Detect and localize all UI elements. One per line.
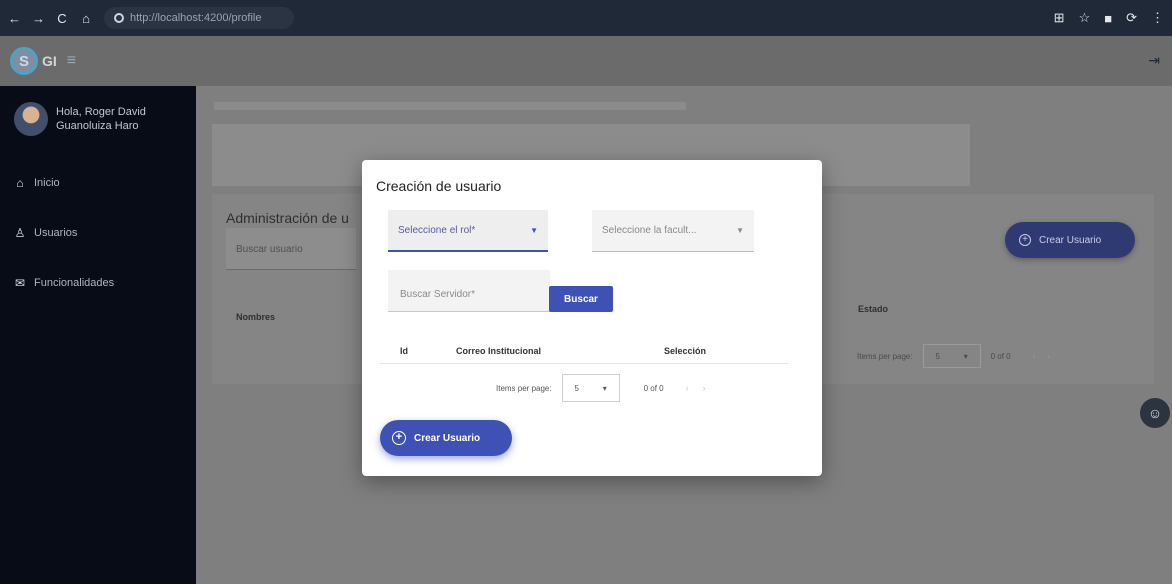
role-select-label: Seleccione el rol* [398,224,476,236]
page-size-select[interactable]: 5 ▾ [922,344,981,368]
forward-icon[interactable]: → [32,11,45,26]
extension-icon[interactable]: ■ [1104,11,1112,26]
add-circle-icon: + [1019,234,1031,246]
user-greeting-line1: Hola, Roger David [56,106,146,118]
paginator-arrows-icon[interactable]: ‹› [686,383,720,393]
sync-icon[interactable]: ⟳ [1126,10,1137,26]
browser-toolbar: ← → C ⌂ http://localhost:4200/profile ⊞ … [0,0,1172,36]
role-select[interactable]: Seleccione el rol* ▼ [388,210,548,252]
logo-mark: S [10,47,38,75]
translate-icon[interactable]: ⊞ [1054,10,1065,26]
create-user-button[interactable]: + Crear Usuario [1005,222,1135,258]
bookmark-star-icon[interactable]: ☆ [1079,10,1091,26]
breadcrumb [214,102,686,110]
table-header: Id Correo Institucional Selección [380,338,788,364]
search-user-input[interactable]: Buscar usuario [226,228,356,270]
user-greeting: Hola, Roger David Guanoluiza Haro [56,105,146,133]
logout-icon[interactable]: ⇥ [1148,52,1160,69]
app-header: S GI ≡ ⇥ [0,36,1172,86]
reload-icon[interactable]: C [56,11,68,26]
avatar [14,102,48,136]
sidebar-item-funcionalidades[interactable]: ✉ Funcionalidades [0,258,196,308]
column-header-nombres: Nombres [236,312,276,322]
sidebar-item-inicio[interactable]: ⌂ Inicio [0,158,196,208]
hamburger-menu-icon[interactable]: ≡ [67,52,76,70]
add-circle-icon: + [392,431,406,445]
address-bar[interactable]: http://localhost:4200/profile [104,7,294,29]
logo-text: GI [42,53,57,69]
chevron-down-icon: ▾ [602,383,607,393]
faculty-select[interactable]: Seleccione la facult... ▼ [592,210,754,252]
sidebar-item-label: Inicio [34,177,60,189]
chat-bot-icon[interactable]: ☺ [1140,398,1170,428]
user-greeting-line2: Guanoluiza Haro [56,120,139,132]
paginator-label: Items per page: [496,383,552,393]
user-profile: Hola, Roger David Guanoluiza Haro [0,86,196,158]
sidebar-item-label: Usuarios [34,227,78,239]
page-size-value: 5 [574,383,579,393]
paginator: Items per page: 5 ▾ 0 of 0 ‹› [857,344,1062,368]
search-servidor-placeholder: Buscar Servidor* [400,289,476,300]
users-icon: ♙ [14,226,26,240]
paginator-label: Items per page: [857,351,913,361]
paginator-range: 0 of 0 [643,383,664,393]
sidebar: Hola, Roger David Guanoluiza Haro ⌂ Inic… [0,86,196,584]
app-logo: S GI ≡ [10,47,120,75]
dialog-title: Creación de usuario [376,178,502,194]
address-bar-url: http://localhost:4200/profile [130,12,262,24]
page-size-value: 5 [935,351,940,361]
sidebar-item-label: Funcionalidades [34,277,115,289]
create-user-submit-button[interactable]: + Crear Usuario [380,420,512,456]
chevron-down-icon: ▼ [530,225,538,235]
column-header-id: Id [400,346,408,356]
column-header-correo: Correo Institucional [456,346,542,356]
paginator-arrows-icon[interactable]: ‹› [1033,352,1062,361]
column-header-seleccion: Selección [664,346,707,356]
dialog-paginator: Items per page: 5 ▾ 0 of 0 ‹› [496,374,720,402]
search-user-placeholder: Buscar usuario [236,244,303,255]
mail-icon: ✉ [14,276,26,290]
create-user-submit-label: Crear Usuario [414,432,481,444]
card-title: Administración de u [226,210,349,226]
chevron-down-icon: ▾ [963,351,968,361]
paginator-range: 0 of 0 [990,351,1011,361]
create-user-label: Crear Usuario [1039,234,1102,246]
search-servidor-input[interactable]: Buscar Servidor* [388,270,550,312]
buscar-button[interactable]: Buscar [549,286,613,312]
chevron-down-icon: ▼ [736,226,744,235]
home-icon[interactable]: ⌂ [80,11,92,26]
column-header-estado: Estado [858,304,889,314]
info-icon [114,13,124,23]
home-icon: ⌂ [16,176,24,190]
create-user-dialog: Creación de usuario Seleccione el rol* ▼… [362,160,822,476]
page-size-select[interactable]: 5 ▾ [561,374,620,402]
browser-menu-icon[interactable]: ⋮ [1151,10,1164,26]
sidebar-item-usuarios[interactable]: ♙ Usuarios [0,208,196,258]
back-icon[interactable]: ← [8,11,21,26]
faculty-select-label: Seleccione la facult... [602,225,697,236]
